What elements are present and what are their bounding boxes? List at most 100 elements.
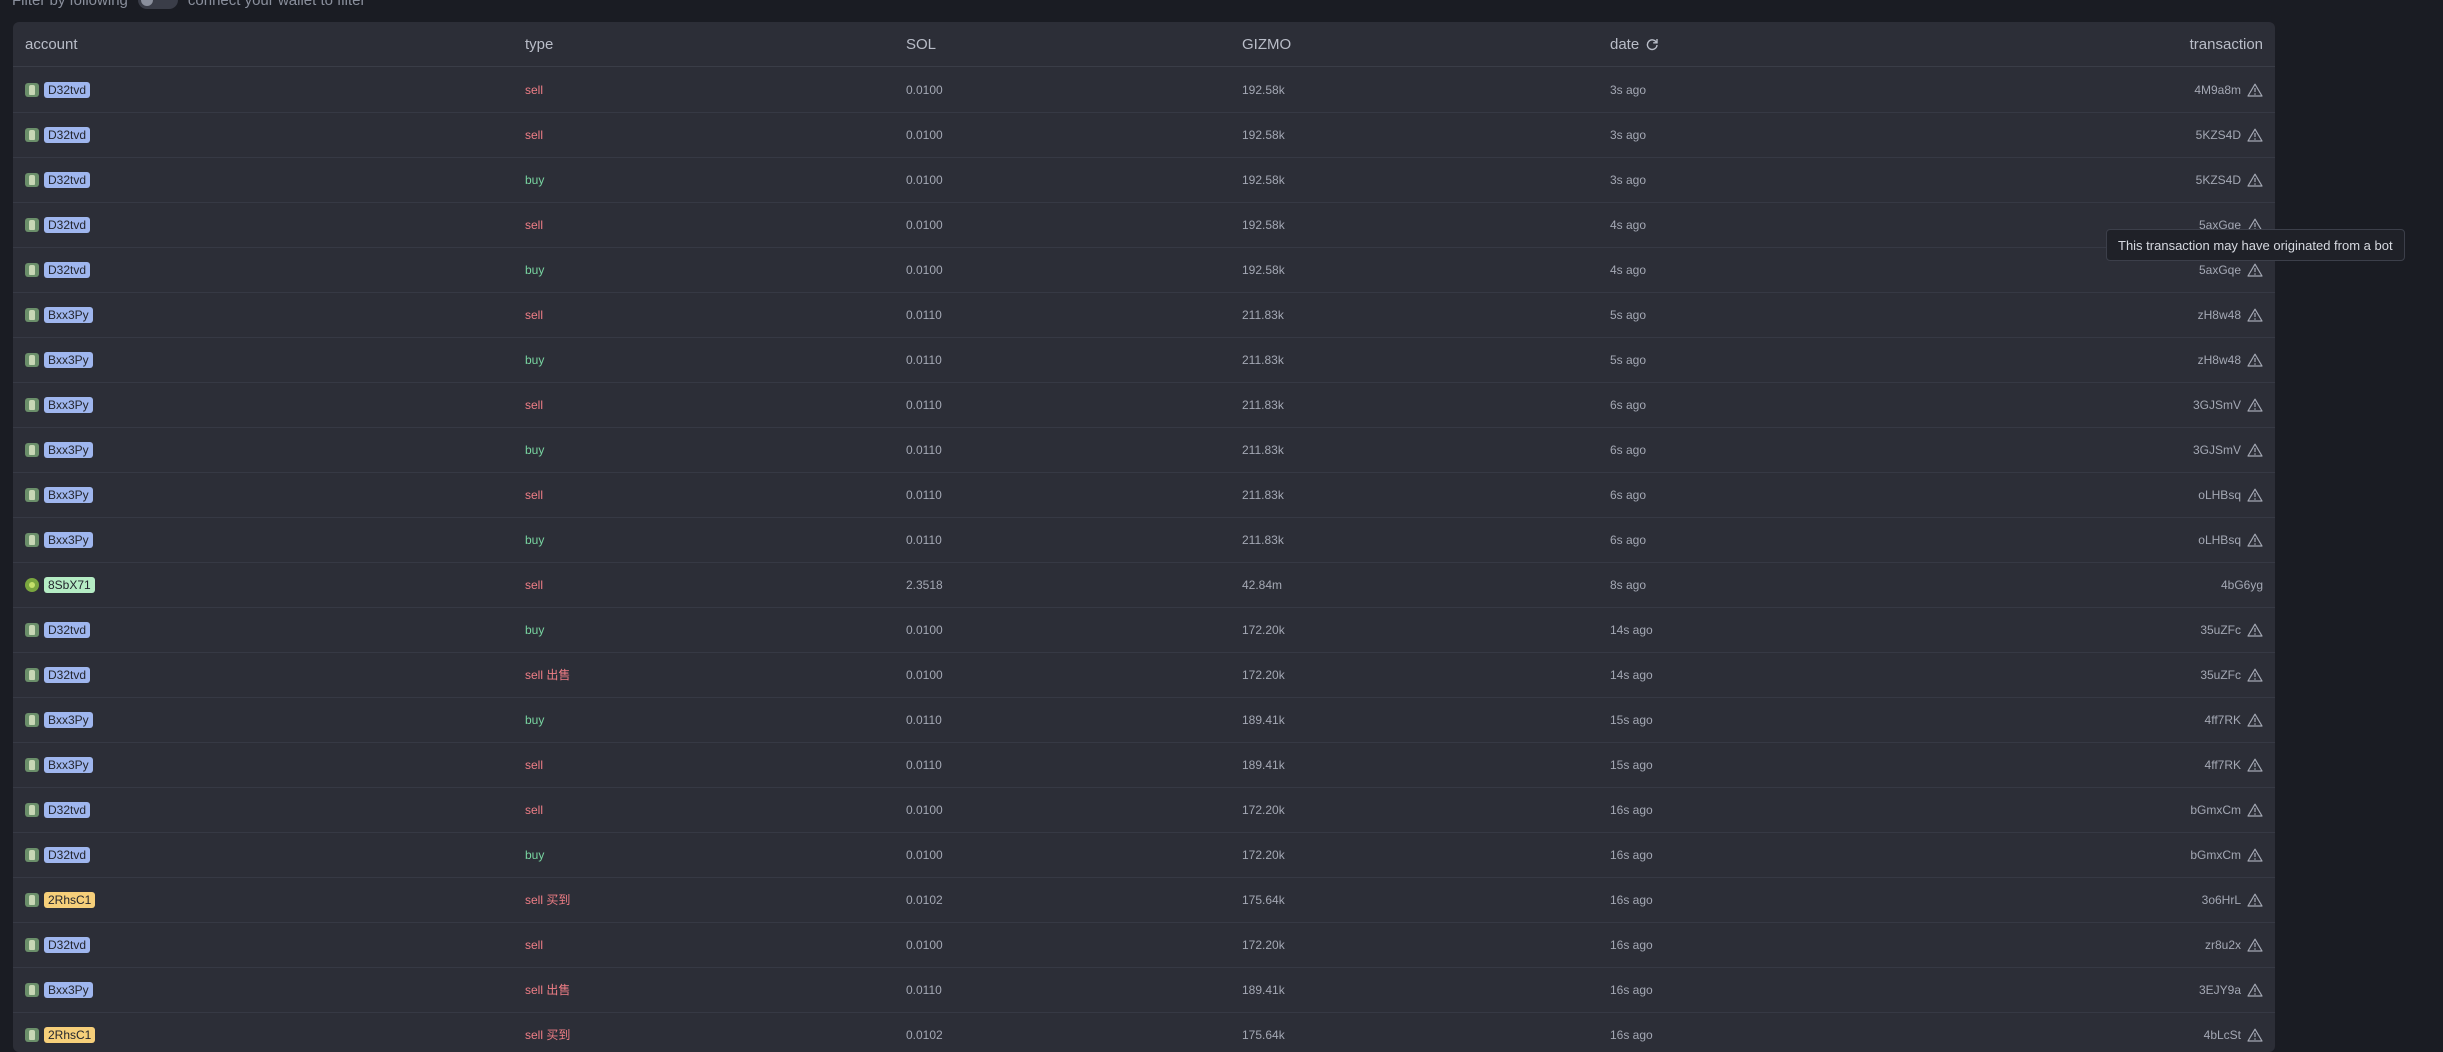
warning-icon[interactable]: [2247, 983, 2263, 997]
table-row[interactable]: D32tvd sell 0.0100 192.58k 3s ago 4M9a8m: [13, 67, 2275, 113]
transaction-link[interactable]: zr8u2x: [2205, 938, 2241, 952]
account-badge[interactable]: Bxx3Py: [44, 486, 93, 503]
account-badge[interactable]: D32tvd: [44, 216, 91, 233]
table-row[interactable]: D32tvd buy 0.0100 192.58k 4s ago 5axGqe: [13, 247, 2275, 293]
table-row[interactable]: Bxx3Py sell 0.0110 211.83k 6s ago oLHBsq: [13, 472, 2275, 518]
warning-icon[interactable]: [2247, 398, 2263, 412]
transaction-link[interactable]: 4ff7RK: [2205, 713, 2241, 727]
account-cell[interactable]: Bxx3Py: [25, 396, 93, 413]
table-row[interactable]: D32tvd buy 0.0100 172.20k 16s ago bGmxCm: [13, 832, 2275, 878]
account-badge[interactable]: D32tvd: [44, 171, 91, 188]
warning-icon[interactable]: [2247, 488, 2263, 502]
warning-icon[interactable]: [2247, 1028, 2263, 1042]
warning-icon[interactable]: [2247, 848, 2263, 862]
account-badge[interactable]: D32tvd: [44, 936, 91, 953]
account-cell[interactable]: Bxx3Py: [25, 531, 93, 548]
account-badge[interactable]: Bxx3Py: [44, 396, 93, 413]
table-row[interactable]: D32tvd sell 0.0100 192.58k 3s ago 5KZS4D: [13, 112, 2275, 158]
table-row[interactable]: D32tvd sell 0.0100 192.58k 4s ago 5axGqe: [13, 202, 2275, 248]
table-row[interactable]: D32tvd sell 出售 0.0100 172.20k 14s ago 35uZFc: [13, 652, 2275, 698]
warning-icon[interactable]: [2247, 173, 2263, 187]
transaction-link[interactable]: 3EJY9a: [2199, 983, 2241, 997]
account-badge[interactable]: D32tvd: [44, 81, 91, 98]
table-row[interactable]: D32tvd sell 0.0100 172.20k 16s ago bGmxCm: [13, 787, 2275, 833]
table-row[interactable]: 2RhsC1 sell 买到 0.0102 175.64k 16s ago 4bLcSt: [13, 1012, 2275, 1052]
account-cell[interactable]: Bxx3Py: [25, 441, 93, 458]
account-cell[interactable]: Bxx3Py: [25, 486, 93, 503]
transaction-link[interactable]: 4bG6yg: [2221, 578, 2263, 592]
transaction-link[interactable]: zH8w48: [2198, 353, 2241, 367]
warning-icon[interactable]: [2247, 623, 2263, 637]
warning-icon[interactable]: [2247, 308, 2263, 322]
warning-icon[interactable]: [2247, 938, 2263, 952]
account-badge[interactable]: Bxx3Py: [44, 711, 93, 728]
refresh-icon[interactable]: [1645, 37, 1659, 51]
table-row[interactable]: Bxx3Py buy 0.0110 211.83k 5s ago zH8w48: [13, 337, 2275, 383]
table-row[interactable]: D32tvd buy 0.0100 192.58k 3s ago 5KZS4D: [13, 157, 2275, 203]
account-cell[interactable]: D32tvd: [25, 621, 91, 638]
transaction-link[interactable]: 35uZFc: [2200, 668, 2241, 682]
warning-icon[interactable]: [2247, 353, 2263, 367]
transaction-link[interactable]: oLHBsq: [2198, 533, 2241, 547]
account-badge[interactable]: D32tvd: [44, 801, 91, 818]
transaction-link[interactable]: 4bLcSt: [2204, 1028, 2241, 1042]
transaction-link[interactable]: 4M9a8m: [2194, 83, 2241, 97]
account-badge[interactable]: Bxx3Py: [44, 981, 93, 998]
account-badge[interactable]: Bxx3Py: [44, 351, 93, 368]
account-cell[interactable]: 2RhsC1: [25, 1026, 96, 1043]
account-cell[interactable]: D32tvd: [25, 261, 91, 278]
table-row[interactable]: 8SbX71 sell 2.3518 42.84m 8s ago 4bG6yg: [13, 562, 2275, 608]
transaction-link[interactable]: zH8w48: [2198, 308, 2241, 322]
account-badge[interactable]: D32tvd: [44, 666, 91, 683]
table-row[interactable]: Bxx3Py sell 出售 0.0110 189.41k 16s ago 3EJY9a: [13, 967, 2275, 1013]
account-badge[interactable]: D32tvd: [44, 621, 91, 638]
table-row[interactable]: 2RhsC1 sell 买到 0.0102 175.64k 16s ago 3o6HrL: [13, 877, 2275, 923]
table-row[interactable]: Bxx3Py sell 0.0110 211.83k 5s ago zH8w48: [13, 292, 2275, 338]
account-badge[interactable]: Bxx3Py: [44, 531, 93, 548]
account-badge[interactable]: D32tvd: [44, 846, 91, 863]
warning-icon[interactable]: [2247, 668, 2263, 682]
account-cell[interactable]: D32tvd: [25, 801, 91, 818]
warning-icon[interactable]: [2247, 83, 2263, 97]
warning-icon[interactable]: [2247, 128, 2263, 142]
table-row[interactable]: Bxx3Py buy 0.0110 211.83k 6s ago 3GJSmV: [13, 427, 2275, 473]
transaction-link[interactable]: bGmxCm: [2190, 848, 2241, 862]
account-cell[interactable]: Bxx3Py: [25, 756, 93, 773]
warning-icon[interactable]: [2247, 893, 2263, 907]
account-badge[interactable]: 2RhsC1: [44, 1026, 96, 1043]
table-row[interactable]: D32tvd sell 0.0100 172.20k 16s ago zr8u2x: [13, 922, 2275, 968]
follow-filter-toggle[interactable]: [137, 0, 178, 9]
account-cell[interactable]: Bxx3Py: [25, 981, 93, 998]
account-cell[interactable]: D32tvd: [25, 126, 91, 143]
account-badge[interactable]: 2RhsC1: [44, 891, 96, 908]
transaction-link[interactable]: oLHBsq: [2198, 488, 2241, 502]
table-row[interactable]: Bxx3Py buy 0.0110 189.41k 15s ago 4ff7RK: [13, 697, 2275, 743]
transaction-link[interactable]: 3GJSmV: [2193, 398, 2241, 412]
account-cell[interactable]: D32tvd: [25, 936, 91, 953]
account-badge[interactable]: D32tvd: [44, 126, 91, 143]
account-cell[interactable]: D32tvd: [25, 171, 91, 188]
account-cell[interactable]: D32tvd: [25, 666, 91, 683]
table-row[interactable]: Bxx3Py sell 0.0110 211.83k 6s ago 3GJSmV: [13, 382, 2275, 428]
table-row[interactable]: Bxx3Py sell 0.0110 189.41k 15s ago 4ff7RK: [13, 742, 2275, 788]
warning-icon[interactable]: [2247, 713, 2263, 727]
account-cell[interactable]: Bxx3Py: [25, 351, 93, 368]
account-cell[interactable]: 2RhsC1: [25, 891, 96, 908]
account-cell[interactable]: Bxx3Py: [25, 711, 93, 728]
account-badge[interactable]: Bxx3Py: [44, 441, 93, 458]
warning-icon[interactable]: [2247, 758, 2263, 772]
warning-icon[interactable]: [2247, 263, 2263, 277]
transaction-link[interactable]: 5KZS4D: [2196, 173, 2241, 187]
transaction-link[interactable]: 5axGqe: [2199, 263, 2241, 277]
warning-icon[interactable]: [2247, 803, 2263, 817]
warning-icon[interactable]: [2247, 533, 2263, 547]
account-cell[interactable]: D32tvd: [25, 81, 91, 98]
account-cell[interactable]: 8SbX71: [25, 576, 95, 593]
account-badge[interactable]: D32tvd: [44, 261, 91, 278]
transaction-link[interactable]: 35uZFc: [2200, 623, 2241, 637]
account-badge[interactable]: Bxx3Py: [44, 756, 93, 773]
account-badge[interactable]: Bxx3Py: [44, 306, 93, 323]
table-row[interactable]: Bxx3Py buy 0.0110 211.83k 6s ago oLHBsq: [13, 517, 2275, 563]
transaction-link[interactable]: 3GJSmV: [2193, 443, 2241, 457]
warning-icon[interactable]: [2247, 443, 2263, 457]
